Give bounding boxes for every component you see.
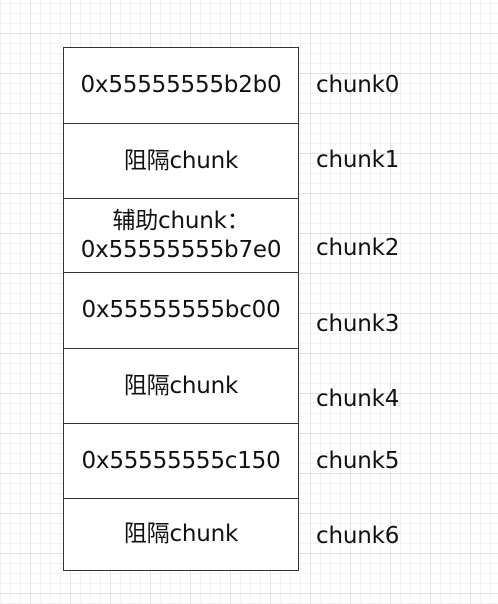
- chunk-block-1: 阻隔chunk: [64, 124, 298, 199]
- chunk-block-5-text: 0x55555555c150: [81, 447, 281, 474]
- chunk-label-3: chunk3: [316, 311, 400, 337]
- chunk-label-2: chunk2: [316, 235, 400, 261]
- chunk-label-1: chunk1: [316, 147, 400, 173]
- chunk-block-2: 辅助chunk： 0x55555555b7e0: [64, 199, 298, 273]
- chunk-block-5: 0x55555555c150: [64, 424, 298, 499]
- chunk-block-4-text: 阻隔chunk: [123, 372, 239, 399]
- chunk-label-0: chunk0: [316, 72, 400, 98]
- chunk-block-0: 0x55555555b2b0: [64, 48, 298, 124]
- chunk-block-3-text: 0x55555555bc00: [81, 297, 281, 323]
- chunk-block-2-text-line2: 0x55555555b7e0: [80, 236, 282, 263]
- chunk-block-4: 阻隔chunk: [64, 349, 298, 424]
- chunk-label-6: chunk6: [316, 523, 400, 549]
- chunk-block-6-text: 阻隔chunk: [123, 521, 239, 547]
- chunk-block-2-text-line1: 辅助chunk：: [112, 207, 250, 234]
- chunk-label-5: chunk5: [316, 448, 400, 474]
- chunk-block-0-text: 0x55555555b2b0: [80, 72, 282, 98]
- chunk-block-3: 0x55555555bc00: [64, 273, 298, 349]
- chunk-block-1-text: 阻隔chunk: [123, 147, 239, 174]
- chunk-label-4: chunk4: [316, 386, 400, 412]
- chunk-block-6: 阻隔chunk: [64, 499, 298, 570]
- heap-chunk-stack: 0x55555555b2b0 阻隔chunk 辅助chunk： 0x555555…: [63, 47, 299, 571]
